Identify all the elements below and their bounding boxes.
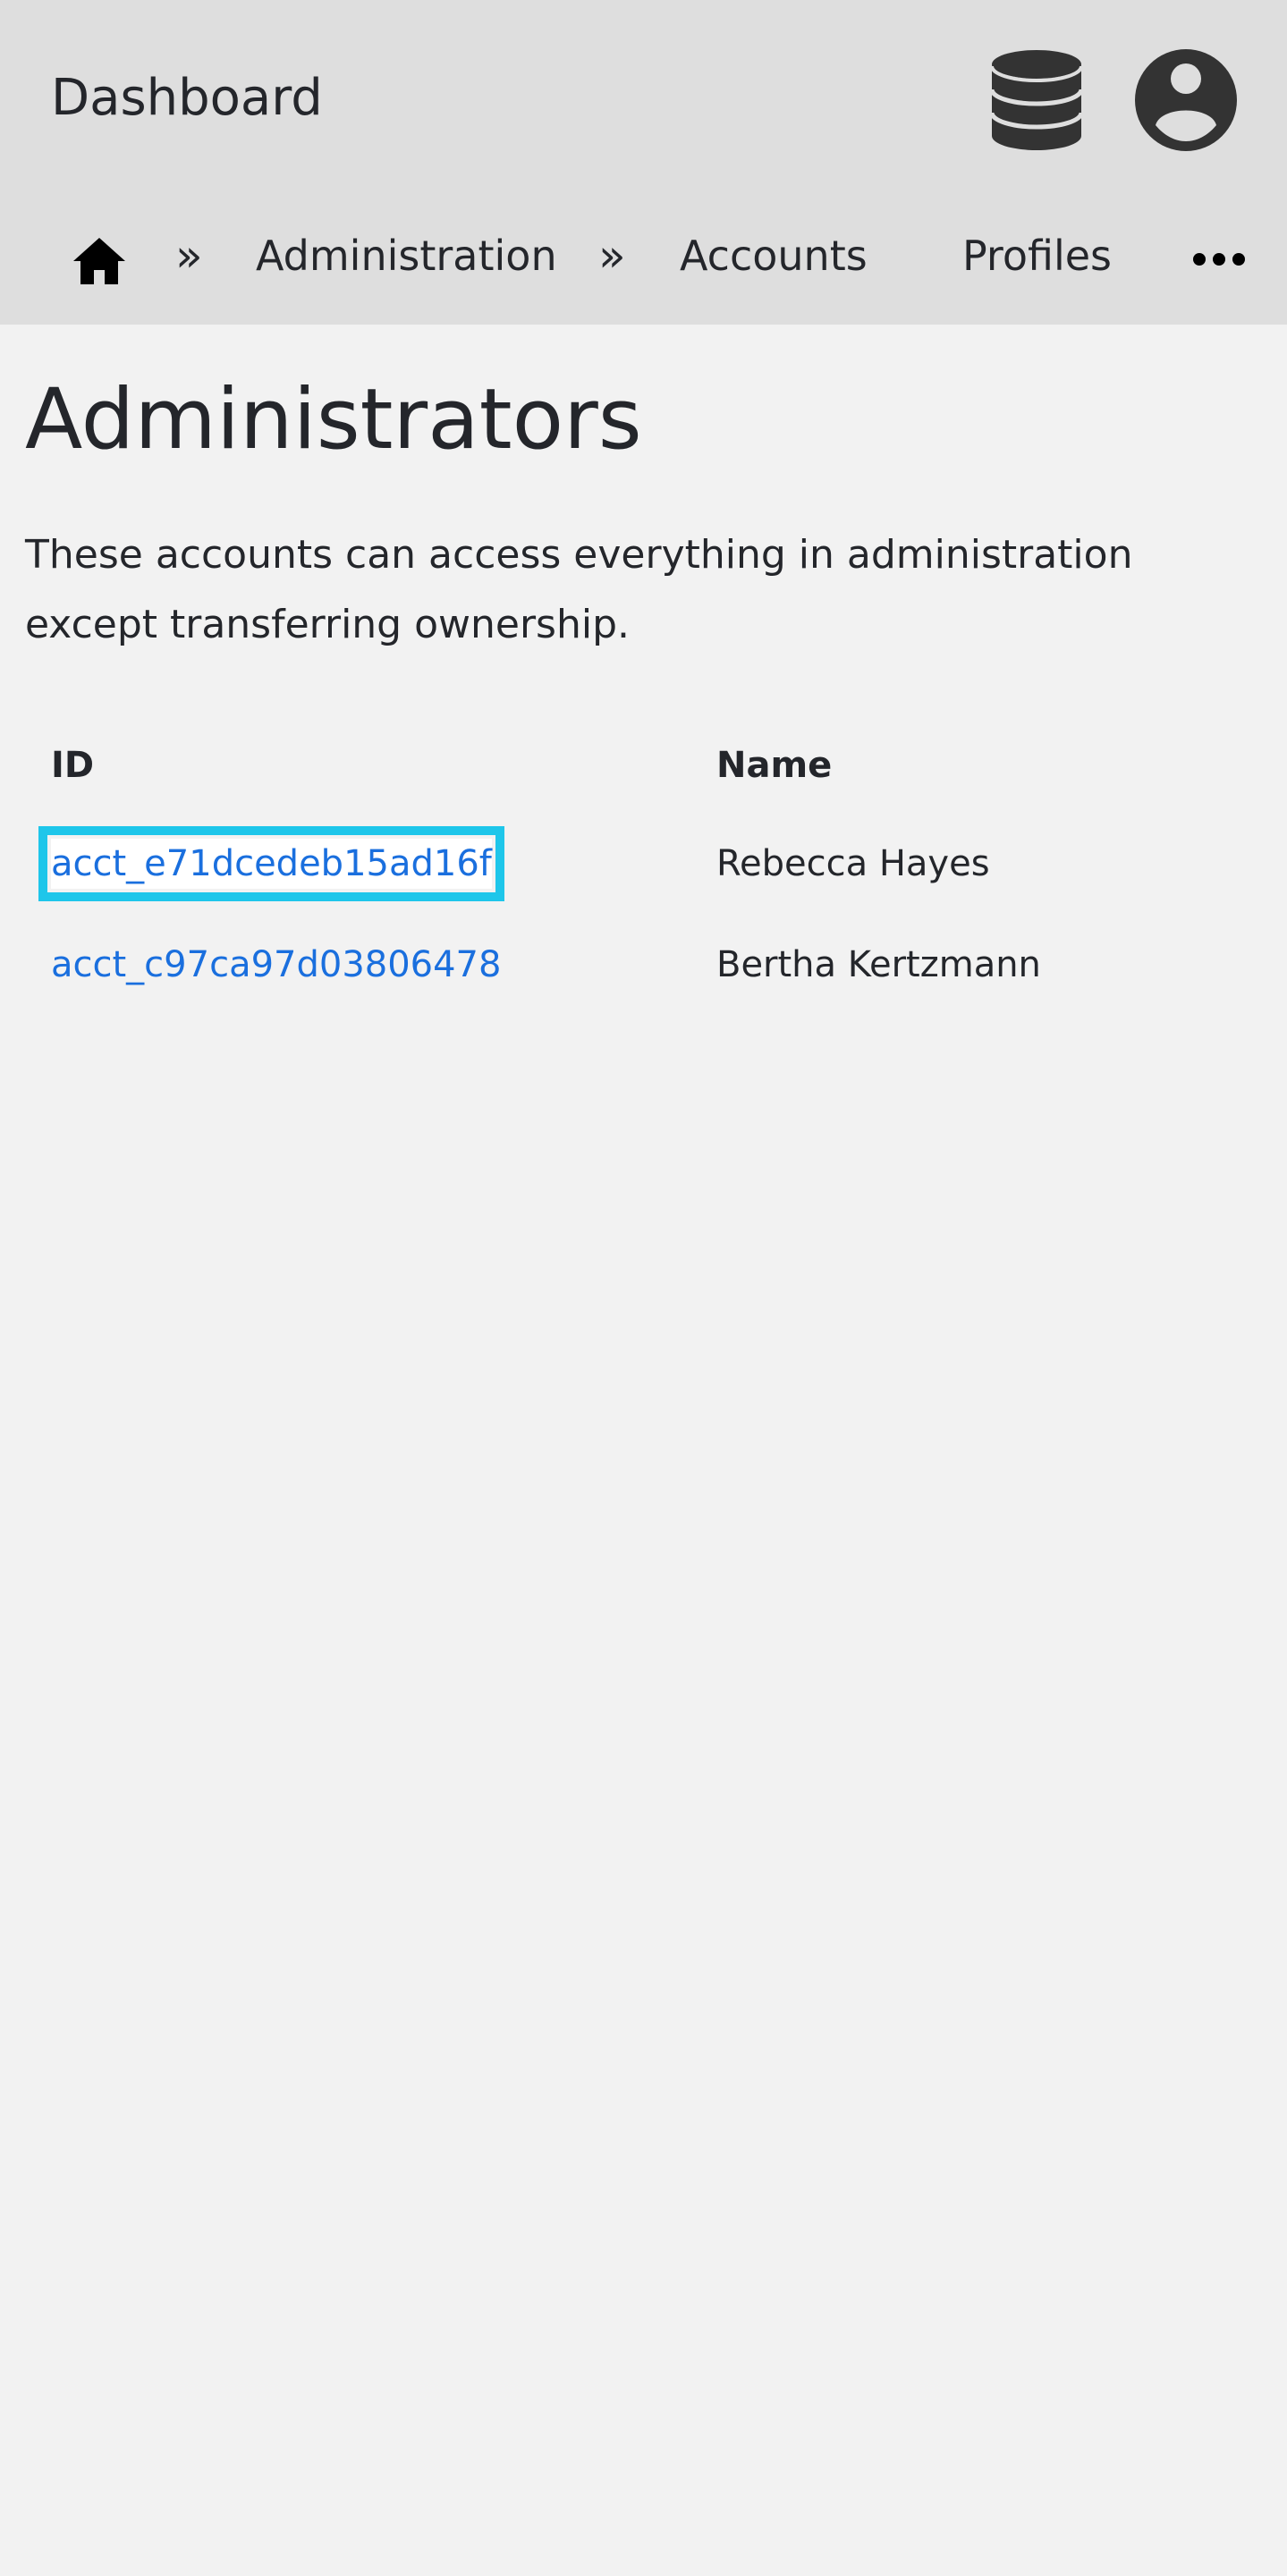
more-horizontal-icon[interactable] — [1192, 252, 1246, 266]
account-id-link[interactable]: acct_c97ca97d03806478 — [51, 940, 501, 990]
breadcrumb-separator: » — [598, 230, 626, 282]
home-icon[interactable] — [72, 236, 127, 286]
top-header: Dashboard » Administration » Accounts Pr… — [0, 0, 1287, 325]
account-name: Rebecca Hayes — [716, 843, 990, 884]
user-account-icon[interactable] — [1134, 48, 1238, 152]
account-id-link[interactable]: acct_e71dcedeb15ad16f — [38, 826, 504, 901]
breadcrumb-item-accounts[interactable]: Accounts — [680, 229, 868, 283]
column-header-id: ID — [51, 745, 95, 786]
breadcrumb-item-profiles[interactable]: Profiles — [962, 229, 1112, 283]
breadcrumb-item-administration[interactable]: Administration — [256, 229, 557, 283]
column-header-name: Name — [716, 745, 833, 786]
app-title: Dashboard — [51, 69, 323, 127]
page-title: Administrators — [25, 371, 642, 469]
account-name: Bertha Kertzmann — [716, 944, 1041, 985]
breadcrumb: » Administration » Accounts Profiles — [0, 215, 1287, 304]
breadcrumb-separator: » — [175, 230, 203, 282]
database-icon[interactable] — [989, 48, 1084, 152]
page-description: These accounts can access everything in … — [25, 532, 1133, 647]
